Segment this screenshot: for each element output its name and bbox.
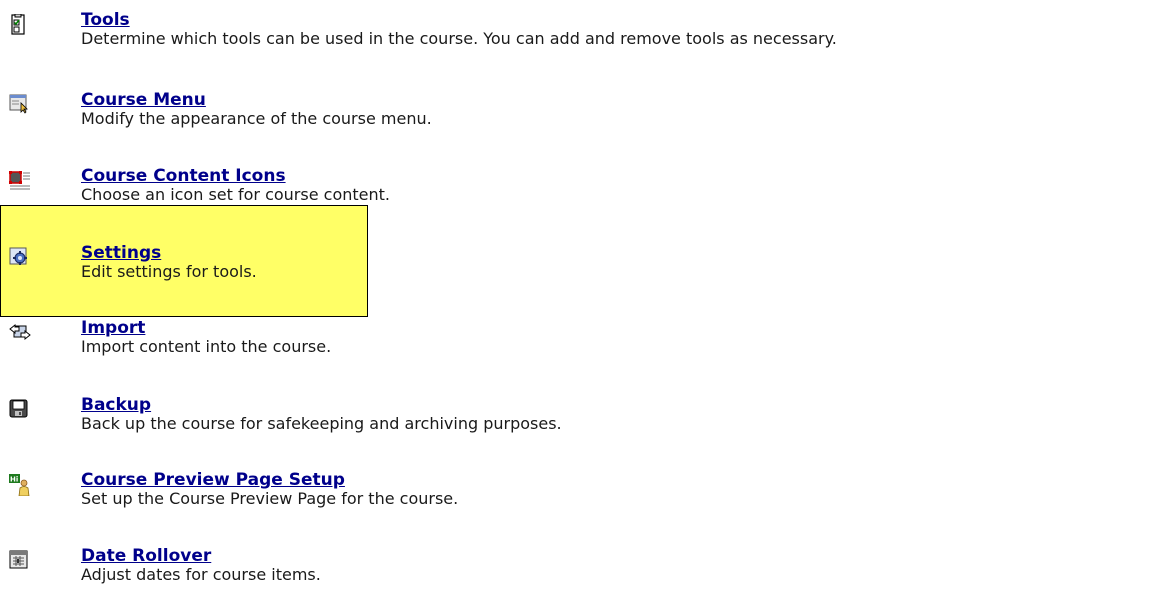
settings-link[interactable]: Settings	[81, 243, 161, 263]
course-preview-page-setup-link[interactable]: Course Preview Page Setup	[81, 470, 345, 490]
course-tools-list: Tools Determine which tools can be used …	[0, 0, 1168, 591]
course-menu-description: Modify the appearance of the course menu…	[81, 109, 432, 128]
calendar-icon[interactable]	[9, 550, 28, 569]
list-item-date-rollover: Date Rollover Adjust dates for course it…	[0, 546, 1168, 596]
list-item-course-content-icons: Course Content Icons Choose an icon set …	[0, 166, 1168, 216]
backup-description: Back up the course for safekeeping and a…	[81, 414, 562, 433]
settings-description: Edit settings for tools.	[81, 262, 257, 281]
list-item-course-menu: Course Menu Modify the appearance of the…	[0, 90, 1168, 140]
list-item-settings: Settings Edit settings for tools.	[0, 243, 1168, 293]
course-preview-page-setup-description: Set up the Course Preview Page for the c…	[81, 489, 459, 508]
date-rollover-description: Adjust dates for course items.	[81, 565, 321, 584]
settings-gear-icon[interactable]	[9, 247, 27, 265]
import-link[interactable]: Import	[81, 318, 145, 338]
list-item-tools: Tools Determine which tools can be used …	[0, 10, 1168, 60]
tools-description: Determine which tools can be used in the…	[81, 29, 837, 48]
preview-page-icon[interactable]: Hi	[9, 474, 30, 496]
backup-link[interactable]: Backup	[81, 395, 151, 415]
list-item-import: Import Import content into the course.	[0, 318, 1168, 368]
course-menu-icon[interactable]	[9, 94, 28, 114]
course-menu-link[interactable]: Course Menu	[81, 90, 206, 110]
svg-text:Hi: Hi	[10, 476, 18, 484]
list-item-course-preview-page-setup: Hi Course Preview Page Setup Set up the …	[0, 470, 1168, 520]
date-rollover-link[interactable]: Date Rollover	[81, 546, 211, 566]
import-description: Import content into the course.	[81, 337, 332, 356]
course-content-icons-link[interactable]: Course Content Icons	[81, 166, 286, 186]
tools-checklist-icon[interactable]	[9, 14, 27, 35]
import-icon[interactable]	[9, 322, 31, 341]
list-item-backup: Backup Back up the course for safekeepin…	[0, 395, 1168, 445]
content-icons-icon[interactable]	[9, 170, 30, 190]
backup-disk-icon[interactable]	[9, 399, 28, 418]
course-content-icons-description: Choose an icon set for course content.	[81, 185, 390, 204]
tools-link[interactable]: Tools	[81, 10, 130, 30]
